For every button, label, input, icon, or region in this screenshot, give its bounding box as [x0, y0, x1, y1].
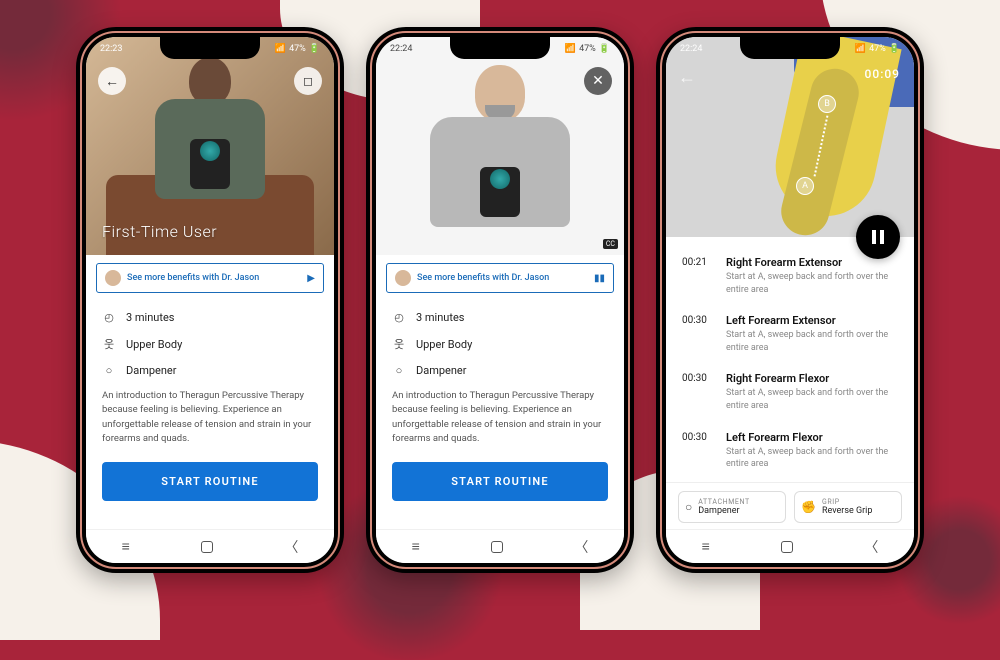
phone-notch [740, 37, 840, 59]
step-title: Left Forearm Extensor [726, 314, 898, 327]
avatar-dr-jason [395, 270, 411, 286]
hero-figure [155, 57, 265, 199]
pause-button[interactable] [856, 215, 900, 259]
step-item[interactable]: 00:30 Right Forearm Flexor Start at A, sw… [666, 363, 914, 421]
status-time: 22:24 [390, 44, 412, 54]
start-routine-button[interactable]: START ROUTINE [102, 462, 318, 501]
screen-routine-detail: 22:23 📶 47% 🔋 ← ◻ First-Time User See mo… [86, 37, 334, 563]
meta-target: 웃Upper Body [392, 336, 608, 352]
cc-badge[interactable]: CC [603, 239, 618, 249]
step-time: 00:30 [682, 314, 714, 354]
phone-mockup-2: 22:24 📶 47% 🔋 ✕ CC See more benefits wit… [366, 27, 634, 573]
chip-value: Dampener [698, 506, 750, 516]
step-time: 00:30 [682, 431, 714, 471]
back-arrow-icon: ← [678, 67, 696, 88]
marker-a: A [796, 177, 814, 195]
step-sub: Start at A, sweep back and forth over th… [726, 271, 898, 296]
status-time: 22:24 [680, 44, 702, 54]
theragun-device [480, 167, 520, 217]
routine-meta: ◴3 minutes 웃Upper Body ○Dampener [86, 297, 334, 383]
routine-chips: ○ ATTACHMENTDampener ✊ GRIPReverse Grip [666, 482, 914, 529]
step-title: Left Forearm Flexor [726, 431, 898, 444]
hero-figure-coach [430, 65, 570, 227]
step-title: Right Forearm Flexor [726, 372, 898, 385]
phone-mockup-3: 22:24 📶 47% 🔋 A B ← 00:09 00:21 Right Fo… [656, 27, 924, 573]
screen-routine-video: 22:24 📶 47% 🔋 ✕ CC See more benefits wit… [376, 37, 624, 563]
benefits-text: See more benefits with Dr. Jason [417, 273, 588, 283]
nav-recents[interactable]: ≡ [122, 538, 130, 555]
nav-recents[interactable]: ≡ [702, 538, 710, 555]
step-list[interactable]: 00:21 Right Forearm ExtensorStart at A, … [666, 237, 914, 482]
step-item[interactable]: 00:30 Left Forearm Flexor Start at A, swe… [666, 422, 914, 480]
android-nav-bar: ≡ 〈 [376, 529, 624, 563]
clock-icon: ◴ [392, 311, 406, 324]
attachment-icon: ○ [102, 364, 116, 377]
benefits-banner[interactable]: See more benefits with Dr. Jason ▶ [96, 263, 324, 293]
back-button[interactable]: ← [678, 67, 696, 88]
chip-label: GRIP [822, 498, 872, 506]
step-item[interactable]: 00:30 Right Quad [666, 480, 914, 482]
android-nav-bar: ≡ 〈 [86, 529, 334, 563]
routine-timer: 00:09 [865, 67, 900, 81]
step-time: 00:30 [682, 372, 714, 412]
screen-active-routine: 22:24 📶 47% 🔋 A B ← 00:09 00:21 Right Fo… [666, 37, 914, 563]
status-battery: 📶 47% 🔋 [565, 44, 610, 54]
start-routine-button[interactable]: START ROUTINE [392, 462, 608, 501]
chip-attachment[interactable]: ○ ATTACHMENTDampener [678, 491, 786, 523]
play-icon[interactable]: ▶ [307, 273, 315, 284]
close-icon: ✕ [592, 73, 604, 89]
hero-video[interactable]: ✕ CC [376, 37, 624, 255]
nav-recents[interactable]: ≡ [412, 538, 420, 555]
body-icon: 웃 [102, 336, 116, 352]
avatar-dr-jason [105, 270, 121, 286]
grip-icon: ✊ [801, 500, 816, 514]
benefits-text: See more benefits with Dr. Jason [127, 273, 301, 283]
status-battery: 📶 47% 🔋 [275, 44, 320, 54]
step-sub: Start at A, sweep back and forth over th… [726, 387, 898, 412]
routine-title: First-Time User [102, 222, 217, 241]
nav-home[interactable] [201, 541, 213, 553]
pause-icon[interactable]: ▮▮ [594, 273, 605, 284]
routine-description: An introduction to Theragun Percussive T… [376, 383, 624, 452]
meta-attachment: ○Dampener [102, 364, 318, 377]
status-time: 22:23 [100, 44, 122, 54]
phone-mockup-1: 22:23 📶 47% 🔋 ← ◻ First-Time User See mo… [76, 27, 344, 573]
chip-label: ATTACHMENT [698, 498, 750, 506]
routine-meta: ◴3 minutes 웃Upper Body ○Dampener [376, 297, 624, 383]
meta-target: 웃Upper Body [102, 336, 318, 352]
nav-back[interactable]: 〈 [864, 537, 878, 557]
close-button[interactable]: ✕ [584, 67, 612, 95]
bookmark-button[interactable]: ◻ [294, 67, 322, 95]
routine-description: An introduction to Theragun Percussive T… [86, 383, 334, 452]
hero-image: ← ◻ First-Time User [86, 37, 334, 255]
back-button[interactable]: ← [98, 67, 126, 95]
benefits-banner[interactable]: See more benefits with Dr. Jason ▮▮ [386, 263, 614, 293]
attachment-icon: ○ [685, 500, 692, 514]
theragun-device [190, 139, 230, 189]
meta-duration: ◴3 minutes [102, 311, 318, 324]
bookmark-icon: ◻ [303, 74, 313, 88]
step-sub: Start at A, sweep back and forth over th… [726, 329, 898, 354]
meta-attachment: ○Dampener [392, 364, 608, 377]
phone-notch [450, 37, 550, 59]
phone-notch [160, 37, 260, 59]
step-time: 00:21 [682, 256, 714, 296]
meta-duration: ◴3 minutes [392, 311, 608, 324]
body-icon: 웃 [392, 336, 406, 352]
step-item[interactable]: 00:30 Left Forearm Extensor Start at A, s… [666, 305, 914, 363]
nav-home[interactable] [491, 541, 503, 553]
android-nav-bar: ≡ 〈 [666, 529, 914, 563]
nav-back[interactable]: 〈 [574, 537, 588, 557]
marker-b: B [818, 95, 836, 113]
attachment-icon: ○ [392, 364, 406, 377]
chip-value: Reverse Grip [822, 506, 872, 516]
routine-diagram: A B ← 00:09 [666, 37, 914, 237]
back-arrow-icon: ← [105, 73, 119, 90]
clock-icon: ◴ [102, 311, 116, 324]
nav-back[interactable]: 〈 [284, 537, 298, 557]
chip-grip[interactable]: ✊ GRIPReverse Grip [794, 491, 902, 523]
status-battery: 📶 47% 🔋 [855, 44, 900, 54]
step-sub: Start at A, sweep back and forth over th… [726, 446, 898, 471]
nav-home[interactable] [781, 541, 793, 553]
